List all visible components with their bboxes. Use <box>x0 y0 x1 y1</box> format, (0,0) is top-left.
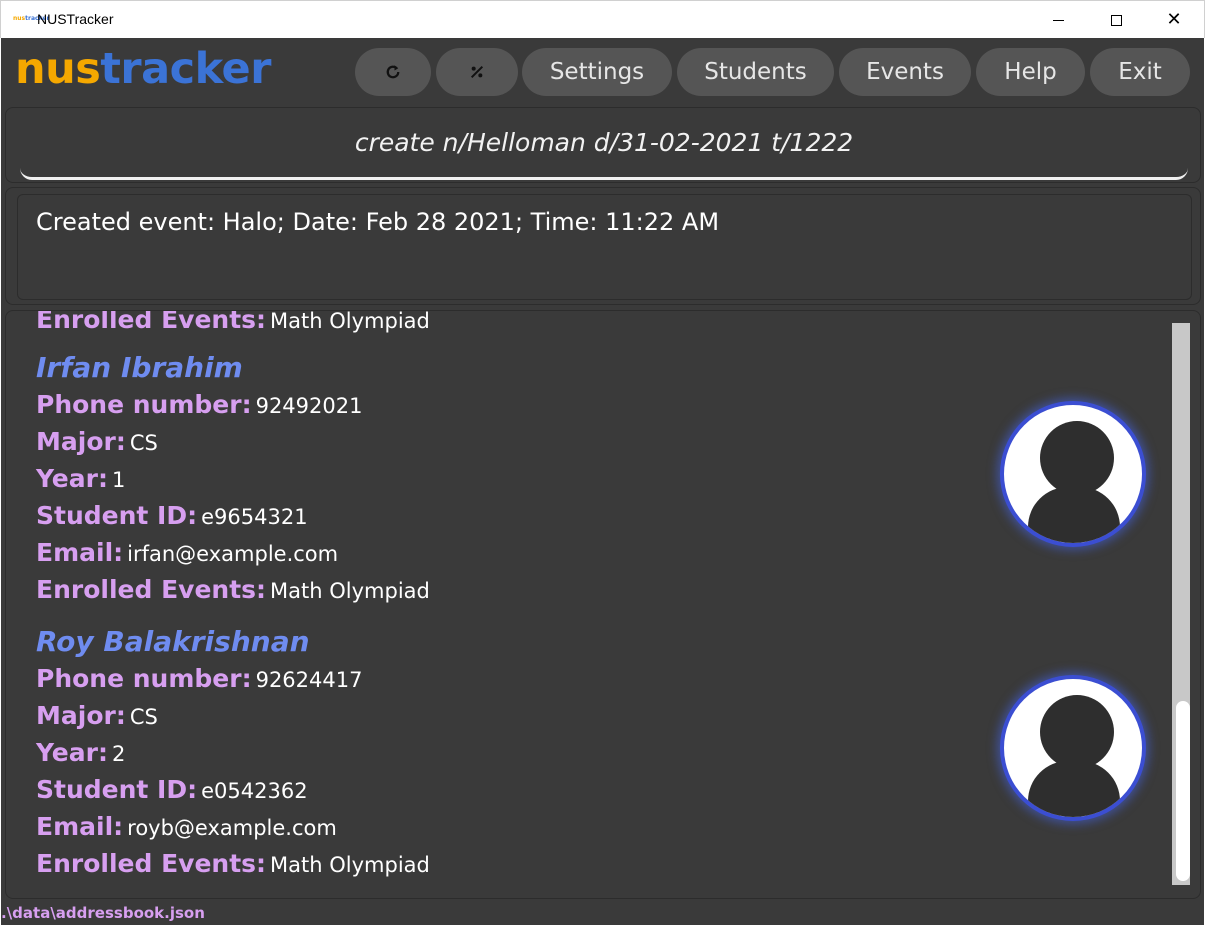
phone-value: 92624417 <box>255 668 363 692</box>
enrolled-events-row: Enrolled Events: Math Olympiad <box>36 845 1146 882</box>
student-name: Roy Balakrishnan <box>36 625 310 658</box>
student-id-label: Student ID: <box>36 775 198 804</box>
student-id-label: Student ID: <box>36 501 198 530</box>
enrolled-events-value: Math Olympiad <box>270 853 430 877</box>
avatar-head-icon <box>1040 695 1114 769</box>
email-row: Email: irfan@example.com <box>36 534 1146 571</box>
year-row: Year: 1 <box>36 460 1146 497</box>
window-title: NUSTracker <box>37 11 114 27</box>
enrolled-events-row: Enrolled Events: Math Olympiad <box>36 311 1146 338</box>
close-window-button[interactable]: ✕ <box>1145 1 1203 39</box>
enrolled-events-label: Enrolled Events: <box>36 849 267 878</box>
logo-nus: nus <box>15 44 101 94</box>
app-logo: nustracker <box>15 44 271 94</box>
enrolled-events-label: Enrolled Events: <box>36 311 267 334</box>
refresh-button[interactable] <box>355 48 431 96</box>
avatar-head-icon <box>1040 421 1114 495</box>
close-icon: ✕ <box>1166 9 1182 30</box>
command-panel: create n/Helloman d/31-02-2021 t/1222 <box>5 107 1201 183</box>
year-row: Year: 2 <box>36 734 1146 771</box>
year-value: 2 <box>111 742 126 766</box>
minimize-button[interactable] <box>1029 1 1087 39</box>
enrolled-events-value: Math Olympiad <box>270 579 430 603</box>
maximize-button[interactable] <box>1087 1 1145 39</box>
student-list: Enrolled Events: Math Olympiad Irfan Ibra… <box>6 311 1166 896</box>
phone-row: Phone number: 92624417 <box>36 660 1146 697</box>
events-button[interactable]: Events <box>839 48 971 96</box>
student-id-value: e9654321 <box>201 505 308 529</box>
result-panel: Created event: Halo; Date: Feb 28 2021; … <box>5 187 1201 305</box>
maximize-icon <box>1110 14 1122 26</box>
student-id-value: e0542362 <box>201 779 308 803</box>
logo-tracker: tracker <box>100 44 271 94</box>
students-button[interactable]: Students <box>677 48 834 96</box>
enrolled-events-value: Math Olympiad <box>270 311 430 333</box>
phone-label: Phone number: <box>36 664 252 693</box>
theme-toggle-button[interactable] <box>436 48 518 96</box>
phone-label: Phone number: <box>36 390 252 419</box>
phone-value: 92492021 <box>255 394 363 418</box>
phone-row: Phone number: 92492021 <box>36 386 1146 423</box>
year-value: 1 <box>111 468 126 492</box>
command-input[interactable]: create n/Helloman d/31-02-2021 t/1222 <box>20 108 1188 180</box>
year-label: Year: <box>36 464 108 493</box>
exit-button[interactable]: Exit <box>1090 48 1190 96</box>
settings-button[interactable]: Settings <box>522 48 672 96</box>
app-icon-text-nus: nus <box>13 15 26 22</box>
refresh-icon <box>386 65 400 79</box>
avatar <box>1000 675 1146 821</box>
major-value: CS <box>129 431 158 455</box>
student-name: Irfan Ibrahim <box>36 351 243 384</box>
email-label: Email: <box>36 812 124 841</box>
enrolled-events-label: Enrolled Events: <box>36 575 267 604</box>
partial-card: Enrolled Events: Math Olympiad <box>36 311 1146 338</box>
student-card[interactable]: Roy Balakrishnan Phone number: 92624417 M… <box>36 623 1146 882</box>
scrollbar-thumb[interactable] <box>1176 701 1190 881</box>
student-card[interactable]: Irfan Ibrahim Phone number: 92492021 Majo… <box>36 349 1146 608</box>
email-row: Email: royb@example.com <box>36 808 1146 845</box>
result-display: Created event: Halo; Date: Feb 28 2021; … <box>17 194 1192 300</box>
avatar-body-icon <box>1028 487 1120 543</box>
major-label: Major: <box>36 427 126 456</box>
app-icon: nustracker <box>13 14 49 24</box>
student-id-row: Student ID: e9654321 <box>36 497 1146 534</box>
status-bar-filepath: .\data\addressbook.json <box>1 904 205 922</box>
year-label: Year: <box>36 738 108 767</box>
help-button[interactable]: Help <box>976 48 1085 96</box>
enrolled-events-row: Enrolled Events: Math Olympiad <box>36 571 1146 608</box>
app-body: nustracker Settings Students Events Help… <box>1 38 1204 925</box>
email-label: Email: <box>36 538 124 567</box>
major-label: Major: <box>36 701 126 730</box>
avatar <box>1000 401 1146 547</box>
email-value: irfan@example.com <box>127 542 339 566</box>
student-list-panel[interactable]: Enrolled Events: Math Olympiad Irfan Ibra… <box>5 310 1201 899</box>
major-value: CS <box>129 705 158 729</box>
avatar-body-icon <box>1028 761 1120 817</box>
window-titlebar: nustracker NUSTracker ✕ <box>0 0 1205 38</box>
theme-toggle-icon <box>470 65 484 79</box>
major-row: Major: CS <box>36 697 1146 734</box>
email-value: royb@example.com <box>127 816 337 840</box>
student-id-row: Student ID: e0542362 <box>36 771 1146 808</box>
major-row: Major: CS <box>36 423 1146 460</box>
minimize-icon <box>1052 19 1064 21</box>
